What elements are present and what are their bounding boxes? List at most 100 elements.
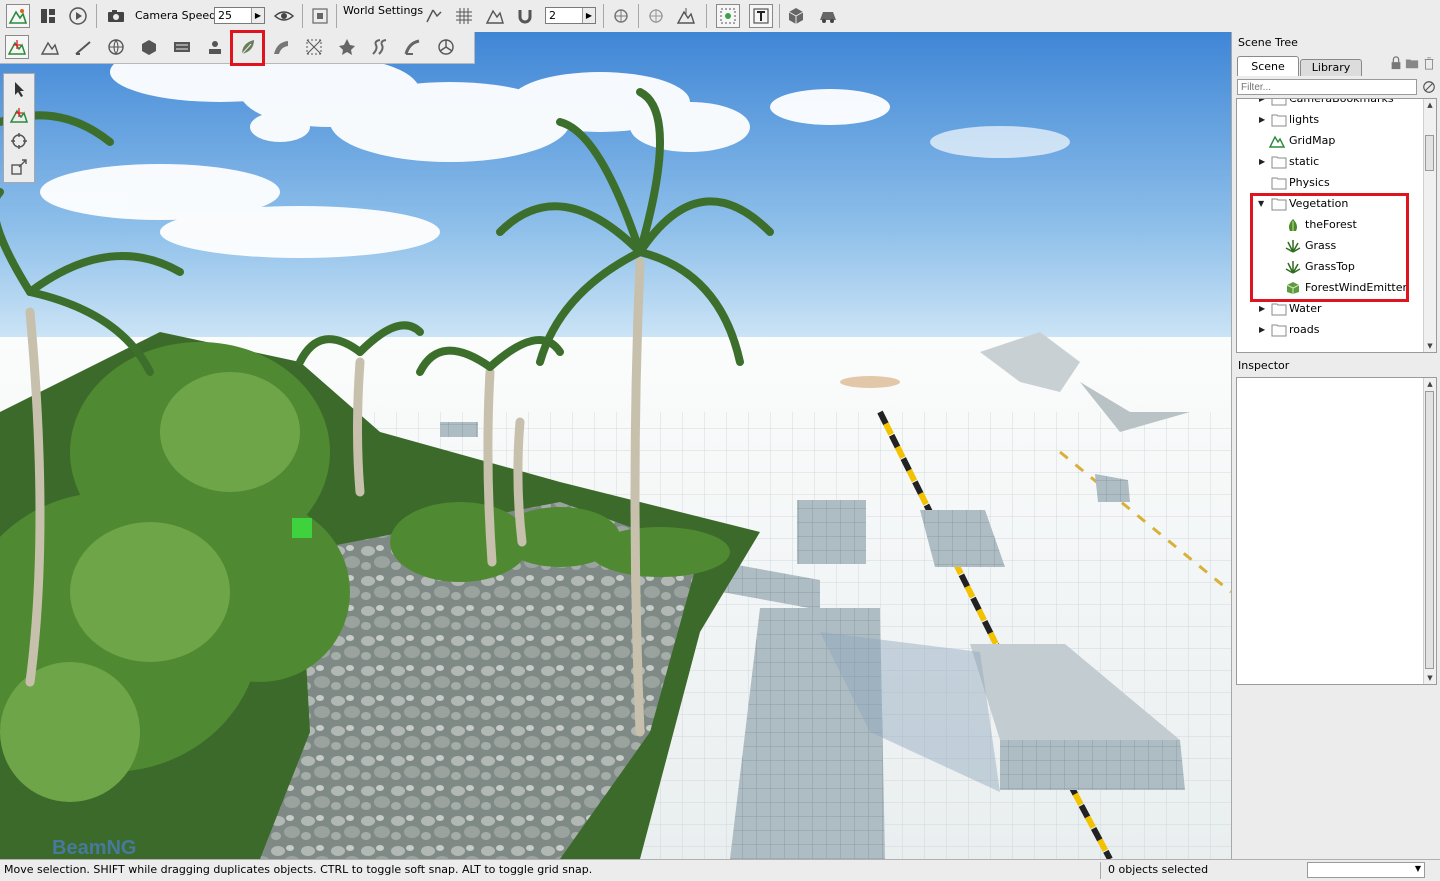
tab-scene[interactable]: Scene	[1237, 56, 1299, 76]
scroll-thumb[interactable]	[1425, 391, 1434, 669]
inspector-scrollbar[interactable]: ▲ ▼	[1423, 378, 1436, 684]
tree-item-label: CameraBookmarks	[1289, 98, 1394, 105]
mesh-road-icon[interactable]	[302, 35, 326, 59]
object-editor-icon[interactable]	[5, 35, 29, 59]
clear-filter-icon[interactable]	[1420, 78, 1438, 96]
tree-item-forestwindemitter[interactable]: ForestWindEmitter	[1237, 278, 1423, 299]
scroll-thumb[interactable]	[1425, 135, 1434, 171]
center-icon[interactable]	[644, 4, 668, 28]
terrain-icon	[1268, 134, 1286, 148]
folder-icon	[1271, 99, 1287, 106]
chevron-down-icon[interactable]: ▼	[1415, 864, 1421, 873]
vehicle-icon[interactable]	[816, 4, 840, 28]
expand-arrow-icon[interactable]: ▶	[1259, 99, 1267, 104]
material-editor-icon[interactable]	[104, 35, 128, 59]
spin-arrow-icon[interactable]: ▶	[582, 8, 595, 23]
scroll-down-icon[interactable]: ▼	[1424, 340, 1436, 352]
select-icon-toggle[interactable]	[716, 4, 740, 28]
scroll-down-icon[interactable]: ▼	[1424, 672, 1436, 684]
new-folder-icon[interactable]	[1404, 55, 1420, 71]
folder-icon	[1271, 176, 1287, 190]
folder-icon	[1271, 155, 1287, 169]
status-dropdown[interactable]: ▼	[1307, 862, 1425, 878]
tree-item-water[interactable]: ▶ Water	[1237, 299, 1423, 320]
grid-size-value: 2	[549, 9, 556, 22]
magnet-icon[interactable]	[513, 4, 537, 28]
camera-icon[interactable]	[104, 4, 128, 28]
terrain-editor-icon[interactable]	[38, 35, 62, 59]
beamng-watermark: BeamNG	[52, 837, 136, 859]
layout-icon[interactable]	[36, 4, 60, 28]
move-tool-icon[interactable]	[7, 103, 31, 127]
grid-snap-icon[interactable]	[452, 4, 476, 28]
3d-viewport[interactable]: BeamNG	[0, 32, 1231, 859]
spin-arrow-icon[interactable]: ▶	[251, 8, 264, 23]
scroll-up-icon[interactable]: ▲	[1424, 99, 1436, 111]
expand-arrow-icon[interactable]: ▶	[1259, 157, 1267, 167]
object-snap-icon[interactable]	[609, 4, 633, 28]
forest-editor-icon[interactable]	[236, 35, 260, 59]
road-editor-icon[interactable]	[269, 35, 293, 59]
snap-icon[interactable]	[422, 4, 446, 28]
particle-editor-icon[interactable]	[203, 35, 227, 59]
tree-item-label: lights	[1289, 113, 1320, 126]
right-panel: Scene Tree Scene Library ▶ CameraBookmar…	[1231, 32, 1440, 859]
inspector-panel[interactable]: ▲ ▼	[1236, 377, 1437, 685]
datablock-icon[interactable]	[137, 35, 161, 59]
fit-view-icon[interactable]	[308, 4, 332, 28]
folder-icon	[1271, 323, 1287, 337]
tree-item-theforest[interactable]: theForest	[1237, 215, 1423, 236]
tree-item-physics[interactable]: Physics	[1237, 173, 1423, 194]
expand-arrow-icon[interactable]: ▶	[1259, 304, 1267, 314]
editor-tools-toolbar	[0, 32, 475, 64]
cube-icon[interactable]	[784, 4, 808, 28]
world-editor-icon[interactable]	[6, 4, 30, 28]
tree-item-camerabookmarks[interactable]: ▶ CameraBookmarks	[1237, 98, 1423, 110]
terrain-painter-icon[interactable]	[71, 35, 95, 59]
tree-item-label: ForestWindEmitter	[1305, 281, 1408, 294]
terrain-snap-icon[interactable]	[483, 4, 507, 28]
tab-library[interactable]: Library	[1300, 59, 1362, 76]
navmesh-icon[interactable]	[434, 35, 458, 59]
expand-arrow-icon[interactable]: ▶	[1259, 115, 1267, 125]
tree-item-label: GrassTop	[1305, 260, 1355, 273]
tree-item-label: roads	[1289, 323, 1320, 336]
drop-at-terrain-icon[interactable]	[674, 4, 698, 28]
scene-tree-scrollbar[interactable]: ▲ ▼	[1423, 99, 1436, 352]
scene-tree-list[interactable]: ▶ CameraBookmarks ▶ lights GridMap ▶ sta…	[1236, 98, 1437, 353]
lock-icon[interactable]	[1388, 55, 1404, 71]
tree-item-roads[interactable]: ▶ roads	[1237, 320, 1423, 341]
eye-icon[interactable]	[272, 4, 296, 28]
collapse-arrow-icon[interactable]: ▼	[1258, 199, 1266, 209]
camera-speed-label: Camera Speed	[135, 9, 217, 22]
data-editor-icon[interactable]	[170, 35, 194, 59]
tree-item-vegetation[interactable]: ▼ Vegetation	[1237, 194, 1423, 215]
camera-speed-value: 25	[218, 9, 232, 22]
delete-icon[interactable]	[1421, 55, 1437, 71]
tree-item-static[interactable]: ▶ static	[1237, 152, 1423, 173]
tree-item-lights[interactable]: ▶ lights	[1237, 110, 1423, 131]
scroll-up-icon[interactable]: ▲	[1424, 378, 1436, 390]
river-editor-icon[interactable]	[368, 35, 392, 59]
tree-item-label: Water	[1289, 302, 1322, 315]
scene-filter-input[interactable]	[1237, 79, 1417, 95]
world-settings-label[interactable]: World Settings	[343, 4, 423, 18]
text-icon-toggle[interactable]	[749, 4, 773, 28]
play-icon[interactable]	[66, 4, 90, 28]
grid-size-input[interactable]: 2 ▶	[545, 7, 596, 24]
scale-tool-icon[interactable]	[7, 155, 31, 179]
rotate-tool-icon[interactable]	[7, 129, 31, 153]
tree-item-grasstop[interactable]: GrassTop	[1237, 257, 1423, 278]
expand-arrow-icon[interactable]: ▶	[1259, 325, 1267, 335]
forest-icon	[1285, 218, 1301, 232]
camera-speed-input[interactable]: 25 ▶	[214, 7, 265, 24]
decal-road-icon[interactable]	[401, 35, 425, 59]
selection-count: 0 objects selected	[1108, 863, 1209, 876]
tree-item-gridmap[interactable]: GridMap	[1237, 131, 1423, 152]
arrow-select-icon[interactable]	[7, 77, 31, 101]
scene-render[interactable]: BeamNG	[0, 32, 1231, 859]
decal-editor-icon[interactable]	[335, 35, 359, 59]
status-bar: Move selection. SHIFT while dragging dup…	[0, 859, 1440, 881]
tree-item-label: GridMap	[1289, 134, 1336, 147]
tree-item-grass[interactable]: Grass	[1237, 236, 1423, 257]
